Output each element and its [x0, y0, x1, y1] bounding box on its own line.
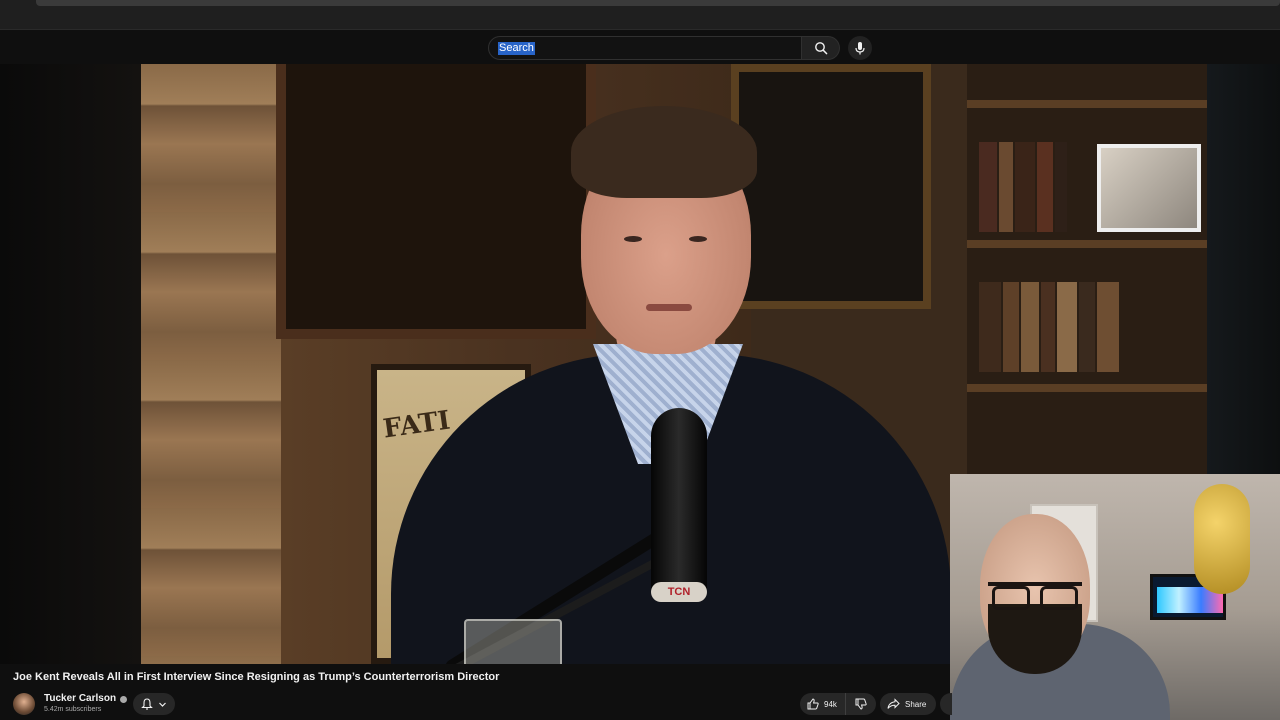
channel-name-row: Tucker Carlson: [44, 693, 128, 705]
voice-search-button[interactable]: [848, 36, 872, 60]
bell-icon: [141, 698, 154, 710]
books: [979, 142, 1069, 232]
bookshelf: [967, 64, 1207, 474]
youtube-watch-page: Search FATI TCN Joe Kent Reveals All in …: [0, 0, 1280, 720]
water-glass: [464, 619, 562, 664]
glasses-lens: [992, 586, 1030, 610]
like-dislike-group: 94k: [800, 693, 876, 715]
share-label: Share: [905, 699, 927, 709]
poster-text: FATI: [381, 405, 452, 445]
glasses-lens: [1040, 586, 1078, 610]
thumbs-down-icon: [855, 698, 867, 710]
search-button[interactable]: [802, 36, 840, 60]
channel-name[interactable]: Tucker Carlson: [44, 693, 116, 705]
picture-frame: [731, 64, 931, 309]
search-input[interactable]: Search: [488, 36, 802, 60]
browser-tab-bar[interactable]: [36, 0, 1280, 6]
microphone: [651, 408, 707, 598]
search-icon: [814, 42, 827, 55]
share-button[interactable]: Share: [880, 693, 936, 715]
host-eye: [624, 236, 642, 242]
like-count: 94k: [824, 699, 837, 709]
microphone-flag: TCN: [651, 582, 707, 602]
shelf: [967, 240, 1207, 248]
host-hair: [571, 106, 757, 198]
thumbs-up-icon: [807, 698, 819, 710]
microphone-icon: [855, 42, 865, 55]
search-query-text: Search: [498, 41, 535, 55]
framed-photo: [1097, 144, 1201, 232]
player-backdrop-right: [1207, 64, 1280, 474]
more-actions-button[interactable]: [940, 693, 952, 715]
player-backdrop-left: [0, 64, 141, 664]
subscriber-count: 5.42m subscribers: [44, 706, 102, 713]
webcam-balloon: [1194, 484, 1250, 594]
channel-info: Tucker Carlson 5.42m subscribers: [13, 691, 128, 717]
browser-tab-strip: [0, 0, 1280, 30]
streamer-glasses: [988, 582, 1082, 610]
video-title: Joe Kent Reveals All in First Interview …: [13, 671, 500, 683]
verified-check-icon: [120, 695, 128, 703]
books: [979, 282, 1121, 372]
webcam-overlay: [950, 474, 1280, 720]
channel-avatar[interactable]: [13, 693, 35, 715]
like-button[interactable]: 94k: [800, 693, 846, 715]
notifications-button[interactable]: [133, 693, 175, 715]
host-mouth: [646, 304, 692, 311]
host-eye: [689, 236, 707, 242]
shelf: [967, 384, 1207, 392]
shelf: [967, 100, 1207, 108]
dislike-button[interactable]: [846, 693, 876, 715]
channel-text: Tucker Carlson 5.42m subscribers: [44, 693, 128, 715]
masthead: Search: [0, 30, 1280, 64]
picture-frame: [276, 64, 596, 339]
chevron-down-icon: [158, 702, 166, 707]
share-arrow-icon: [887, 698, 900, 709]
